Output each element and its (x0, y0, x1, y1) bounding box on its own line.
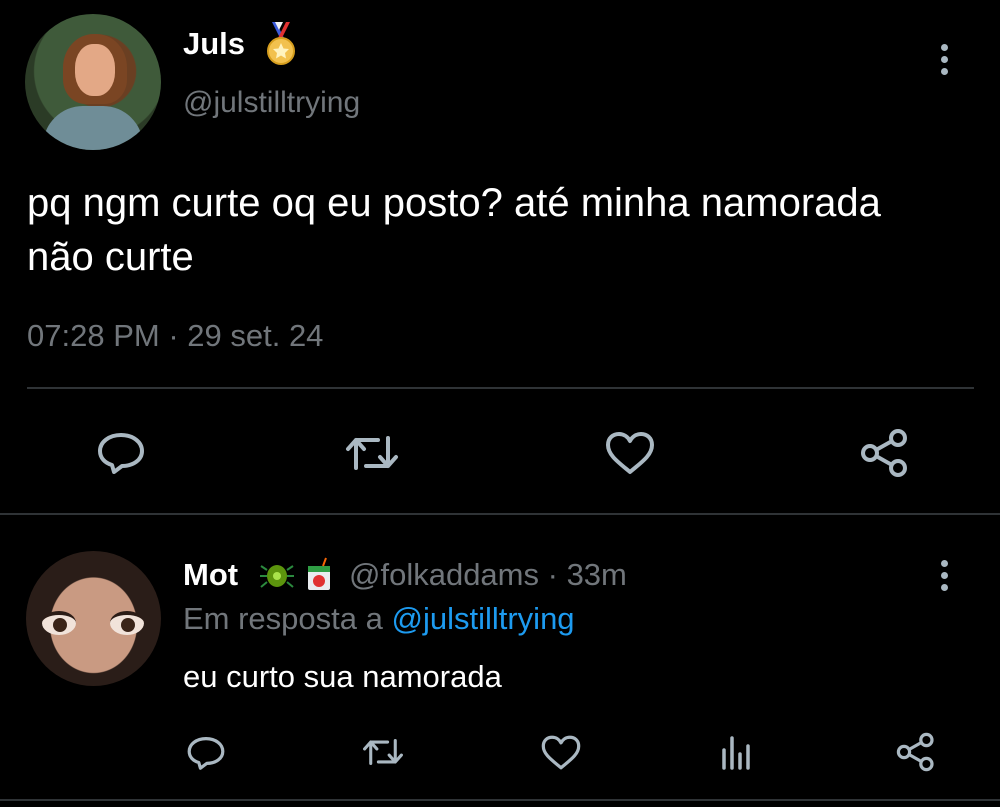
juice-box-icon (304, 557, 334, 591)
reply-author-name[interactable]: Mot (183, 557, 238, 593)
reply-handle: @folkaddams (349, 557, 539, 592)
reply-time-ago: 33m (566, 557, 627, 592)
retweet-icon[interactable] (360, 734, 406, 770)
divider (0, 799, 1000, 801)
reply-text: eu curto sua namorada (183, 659, 502, 694)
share-icon[interactable] (896, 732, 936, 772)
meta-separator: · (159, 318, 188, 353)
divider (27, 387, 974, 389)
tweet-timestamp[interactable]: 07:28 PM · 29 set. 24 (27, 318, 323, 354)
reply-handle-time[interactable]: @folkaddams · 33m (349, 557, 627, 593)
like-icon[interactable] (604, 430, 656, 476)
mention-link[interactable]: @julstilltrying (391, 601, 574, 636)
more-options-icon[interactable] (930, 556, 960, 596)
bug-icon (260, 560, 294, 590)
author-handle[interactable]: @julstilltrying (183, 86, 360, 120)
reply-prefix: Em resposta a (183, 601, 392, 636)
tweet-date: 29 set. 24 (187, 318, 324, 353)
reply-separator: · (539, 557, 567, 592)
author-avatar[interactable] (25, 14, 161, 150)
reply-icon[interactable] (96, 430, 146, 476)
reply-context: Em resposta a @julstilltrying (183, 601, 575, 637)
more-options-icon[interactable] (930, 40, 960, 80)
views-icon[interactable] (718, 734, 754, 770)
medal-icon (264, 22, 298, 68)
divider (0, 513, 1000, 515)
share-icon[interactable] (860, 428, 910, 478)
author-name[interactable]: Juls (183, 26, 245, 62)
tweet-time: 07:28 PM (27, 318, 160, 353)
reply-icon[interactable] (186, 734, 226, 772)
retweet-icon[interactable] (342, 430, 402, 476)
like-icon[interactable] (540, 734, 582, 771)
tweet-text: pq ngm curte oq eu posto? até minha namo… (27, 181, 881, 279)
reply-author-avatar[interactable] (26, 551, 161, 686)
